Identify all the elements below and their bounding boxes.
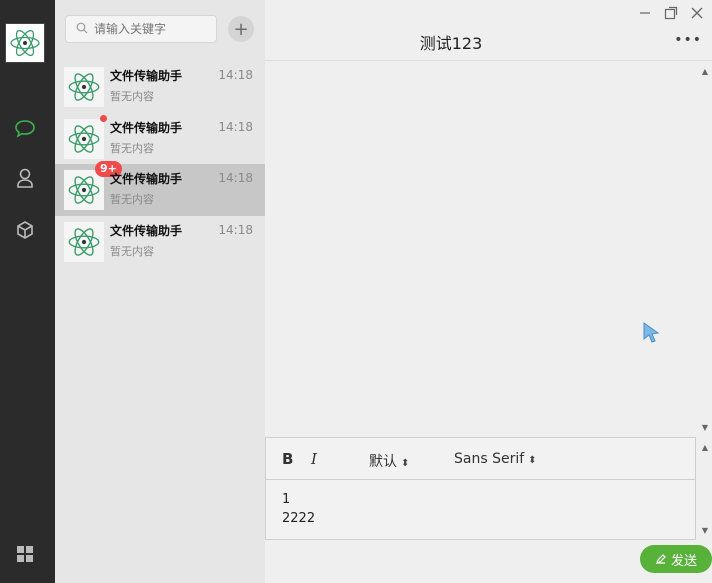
conversation-avatar: [64, 170, 104, 210]
close-icon[interactable]: [688, 4, 706, 22]
conversation-list: + 文件传输助手 14:18 暂无内容 文件传输助手 14:18 暂无内容 9+…: [55, 0, 265, 583]
conversation-avatar: [64, 67, 104, 107]
plus-icon: +: [233, 18, 249, 40]
message-editor[interactable]: B I 默认 ⬍ Sans Serif ⬍ 1 2222: [265, 437, 696, 540]
conversation-preview: 暂无内容: [110, 90, 154, 103]
conversation-avatar: [64, 222, 104, 262]
search-box[interactable]: [65, 15, 217, 43]
font-select[interactable]: Sans Serif ⬍: [454, 451, 537, 467]
minimize-icon[interactable]: [636, 4, 654, 22]
box-icon[interactable]: [12, 217, 38, 243]
scroll-up-icon[interactable]: ▲: [702, 67, 708, 76]
search-icon: [76, 22, 88, 37]
cursor-icon: [643, 322, 660, 343]
pen-icon: [656, 554, 666, 564]
conversation-name: 文件传输助手: [110, 224, 183, 238]
conversation-name: 文件传输助手: [110, 121, 183, 135]
more-icon[interactable]: •••: [674, 32, 702, 48]
avatar[interactable]: [5, 23, 45, 63]
window-controls: [636, 4, 706, 22]
conversation-preview: 暂无内容: [110, 245, 154, 258]
grid-icon[interactable]: [15, 544, 35, 564]
conversation-time: 14:18: [218, 223, 253, 237]
select-arrows-icon: ⬍: [528, 455, 537, 466]
conversation-item-active[interactable]: 9+ 文件传输助手 14:18 暂无内容: [55, 161, 265, 216]
editor-scroll-up-icon[interactable]: ▲: [702, 443, 708, 452]
select-arrows-icon: ⬍: [401, 458, 410, 469]
conversation-avatar: [64, 119, 104, 159]
editor-line: 2222: [282, 511, 316, 526]
message-area[interactable]: ▲ ▼: [265, 61, 712, 437]
conversation-item[interactable]: 文件传输助手 14:18 暂无内容: [55, 61, 265, 113]
italic-button[interactable]: I: [311, 450, 317, 468]
chat-icon[interactable]: [12, 116, 38, 142]
send-label: 发送: [670, 553, 697, 569]
bold-button[interactable]: B: [282, 450, 293, 468]
size-select[interactable]: 默认 ⬍: [369, 451, 409, 471]
editor-scroll-down-icon[interactable]: ▼: [702, 526, 708, 535]
conversation-time: 14:18: [218, 171, 253, 185]
nav-rail: [0, 0, 55, 583]
unread-dot: [100, 115, 107, 122]
conversation-time: 14:18: [218, 68, 253, 82]
chat-panel: 测试123 ••• ▲ ▼ B I 默认 ⬍ Sans Serif ⬍ 1 2222…: [265, 0, 712, 583]
size-select-value: 默认: [369, 454, 397, 470]
scroll-down-icon[interactable]: ▼: [702, 423, 708, 432]
chat-title: 测试123: [419, 34, 483, 53]
font-select-value: Sans Serif: [454, 451, 525, 467]
conversation-time: 14:18: [218, 120, 253, 134]
editor-content[interactable]: 1 2222: [266, 480, 695, 538]
conversation-item[interactable]: 文件传输助手 14:18 暂无内容: [55, 216, 265, 268]
maximize-icon[interactable]: [662, 4, 680, 22]
contacts-icon[interactable]: [12, 165, 38, 191]
editor-line: 1: [282, 492, 291, 507]
conversation-preview: 暂无内容: [110, 142, 154, 155]
add-button[interactable]: +: [228, 16, 254, 42]
conversation-name: 文件传输助手: [110, 69, 183, 83]
send-button[interactable]: 发送: [640, 545, 712, 573]
conversation-preview: 暂无内容: [110, 193, 154, 206]
conversation-name: 文件传输助手: [110, 172, 183, 186]
editor-toolbar: B I 默认 ⬍ Sans Serif ⬍: [266, 438, 695, 480]
search-input[interactable]: [94, 22, 204, 36]
conversation-item[interactable]: 文件传输助手 14:18 暂无内容: [55, 113, 265, 165]
